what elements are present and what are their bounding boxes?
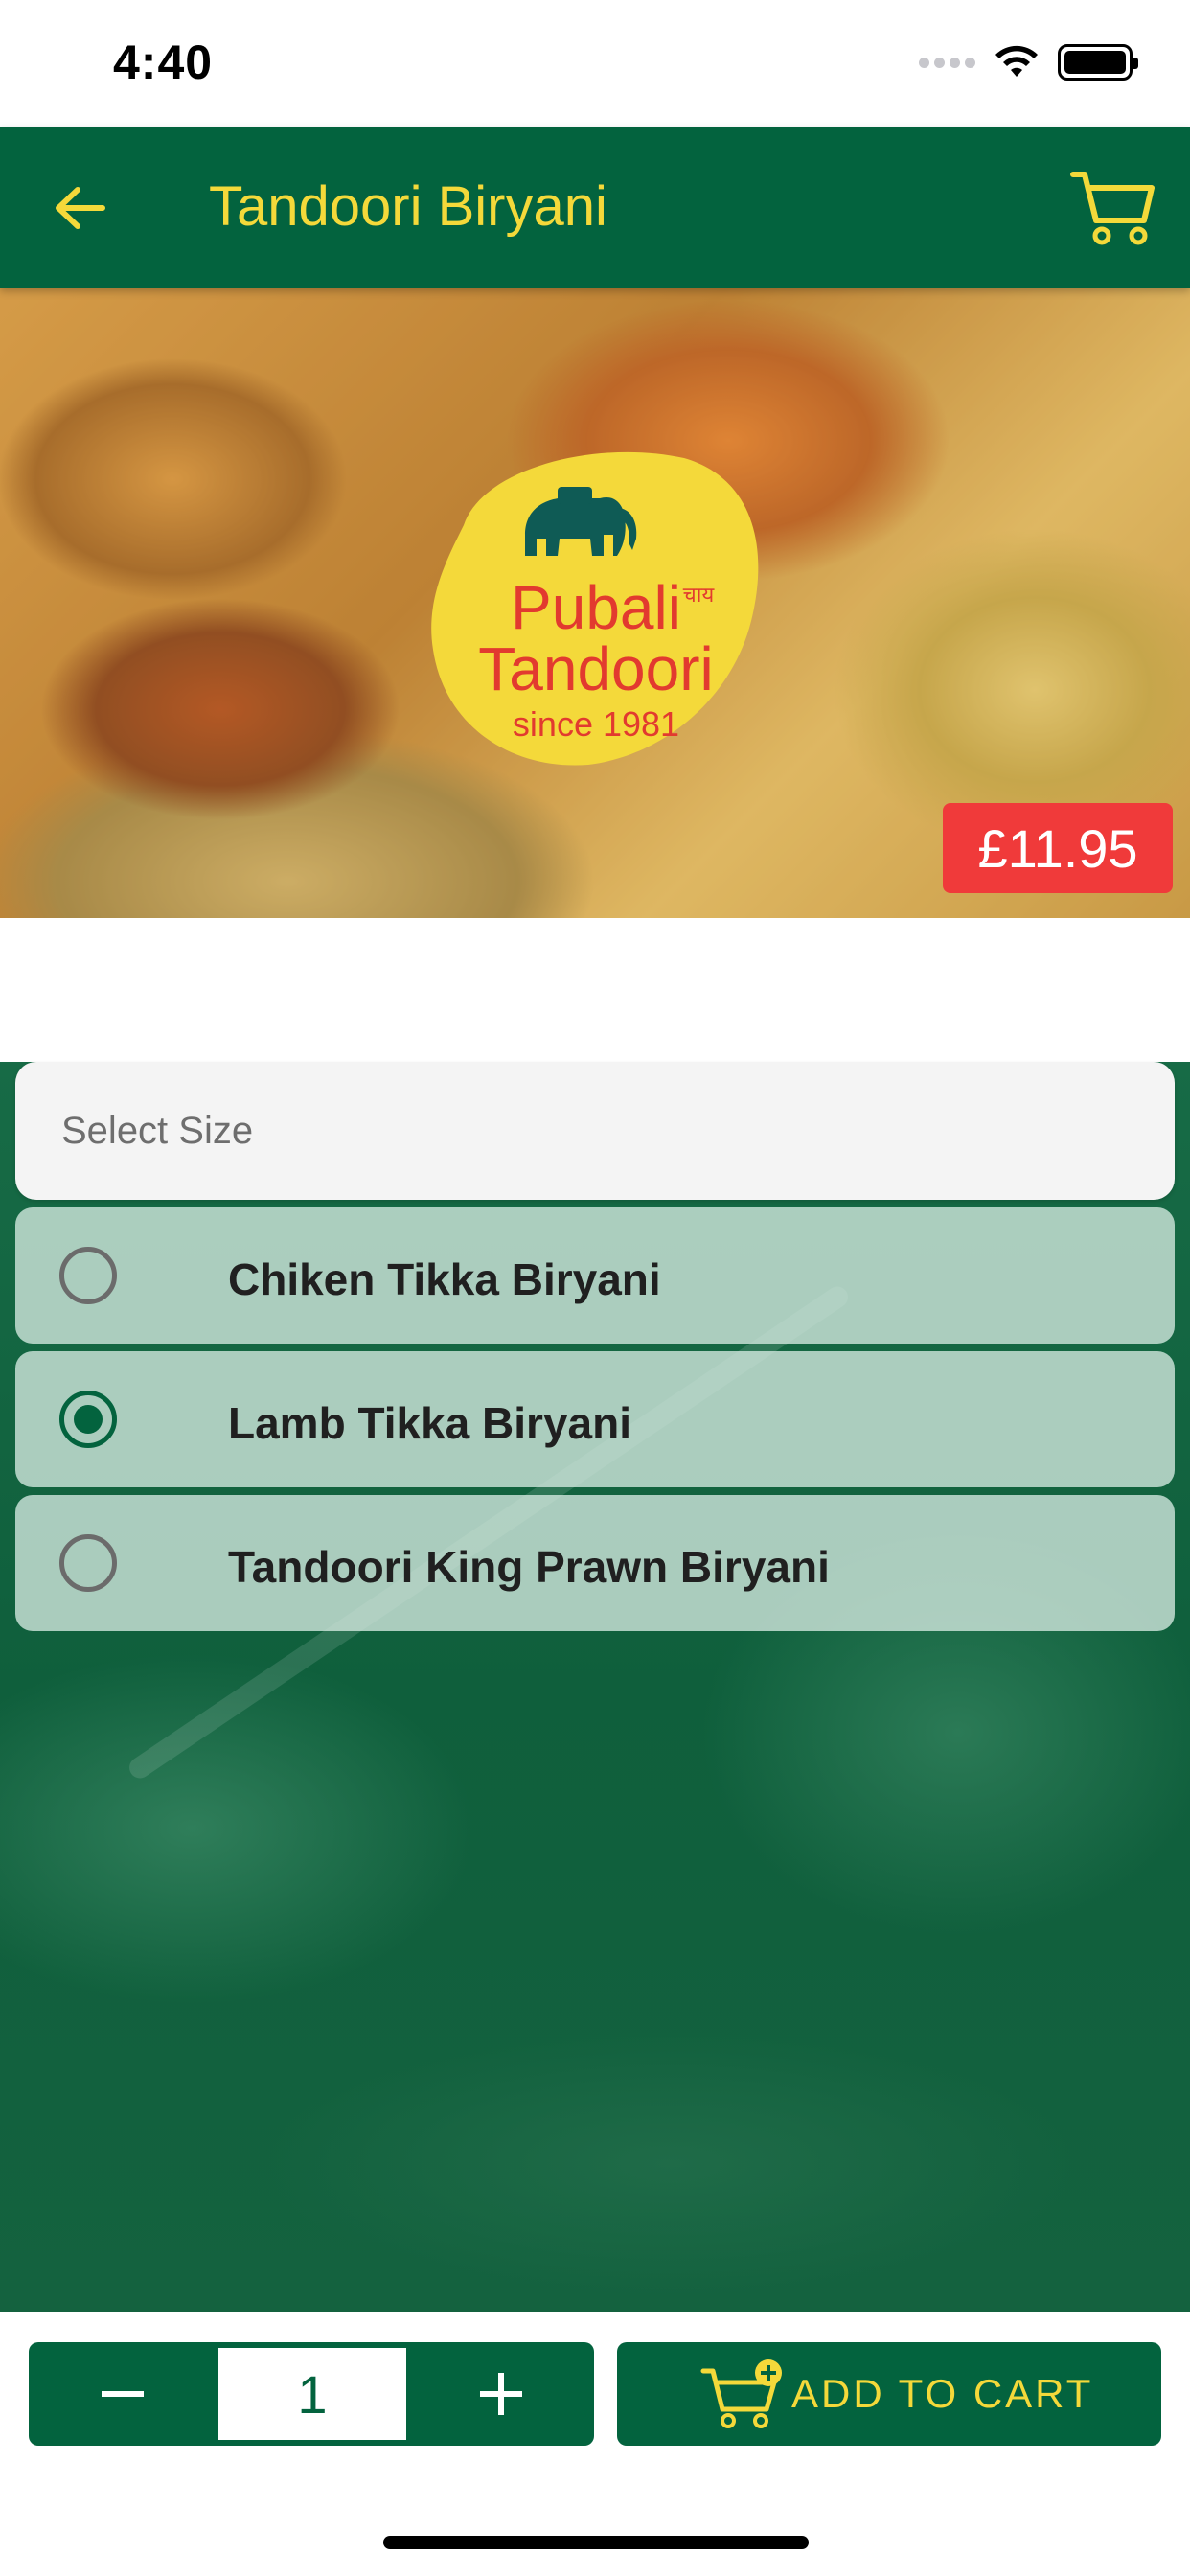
arrow-left-icon [56,187,105,229]
back-button[interactable] [48,176,111,240]
cart-plus-icon [700,2359,782,2428]
select-size-label: Select Size [61,1110,254,1152]
page-title: Tandoori Biryani [209,175,607,238]
app-bar: Tandoori Biryani [0,126,1190,288]
quantity-value[interactable]: 1 [218,2348,406,2440]
hero-image: Pubali चाय Tandoori since 1981 £11.95 [0,288,1190,918]
radio-checked-icon[interactable] [59,1391,117,1448]
size-option-label: Chiken Tikka Biryani [228,1254,661,1304]
cart-button[interactable] [1069,165,1157,249]
size-option-chicken-tikka[interactable]: Chiken Tikka Biryani [15,1208,1175,1344]
increase-quantity-button[interactable] [407,2342,594,2446]
battery-icon [1058,44,1138,80]
radio-unchecked-icon[interactable] [59,1534,117,1592]
price-badge: £11.95 [943,803,1173,893]
cart-icon [1070,172,1155,245]
size-option-king-prawn[interactable]: Tandoori King Prawn Biryani [15,1495,1175,1631]
status-bar: 4:40 [0,0,1190,126]
size-option-label: Lamb Tikka Biryani [228,1398,631,1448]
add-to-cart-label: ADD TO CART [791,2371,1094,2416]
select-size-header: Select Size [15,1062,1175,1200]
radio-unchecked-icon[interactable] [59,1247,117,1304]
signal-icon [919,57,975,68]
size-option-lamb-tikka[interactable]: Lamb Tikka Biryani [15,1351,1175,1487]
restaurant-logo: Pubali चाय Tandoori since 1981 [431,451,759,766]
status-icons [919,44,1138,80]
quantity-stepper: 1 [29,2342,594,2446]
svg-text:Tandoori: Tandoori [478,634,714,703]
svg-text:since 1981: since 1981 [513,704,679,744]
svg-text:Pubali: Pubali [511,573,681,642]
wifi-icon [995,45,1038,77]
status-time: 4:40 [113,35,214,89]
decrease-quantity-button[interactable] [29,2342,216,2446]
add-to-cart-button[interactable]: ADD TO CART [617,2342,1161,2446]
home-indicator [383,2536,809,2549]
svg-text:चाय: चाय [683,584,716,608]
size-option-label: Tandoori King Prawn Biryani [228,1542,830,1592]
